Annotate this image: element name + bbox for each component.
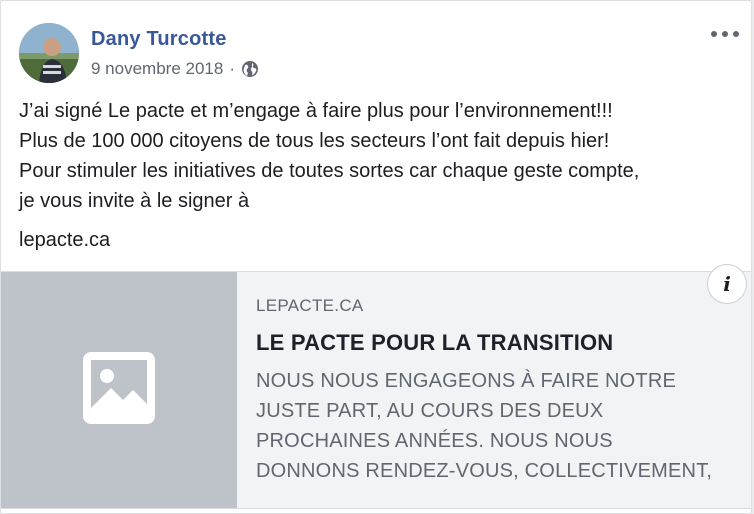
ellipsis-icon[interactable] (711, 27, 739, 41)
preview-description-line: PROCHAINES ANNÉES. NOUS NOUS (256, 430, 613, 452)
preview-text: LEPACTE.CA LE PACTE POUR LA TRANSITION N… (256, 296, 726, 486)
post-header: Dany Turcotte 9 novembre 2018 · (19, 23, 739, 85)
post-card: Dany Turcotte 9 novembre 2018 · J’ai sig… (0, 0, 752, 514)
avatar[interactable] (19, 23, 79, 83)
post-text-line: J’ai signé Le pacte et m’engage à faire … (19, 100, 613, 122)
preview-description: NOUS NOUS ENGAGEONS À FAIRE NOTRE JUSTE … (256, 366, 736, 486)
preview-description-line: NOUS NOUS ENGAGEONS À FAIRE NOTRE (256, 370, 676, 392)
post-link-text[interactable]: lepacte.ca (19, 229, 110, 252)
preview-title[interactable]: LE PACTE POUR LA TRANSITION (256, 330, 726, 356)
meta-separator: · (229, 59, 235, 78)
post-text: J’ai signé Le pacte et m’engage à faire … (19, 96, 739, 216)
author-name[interactable]: Dany Turcotte (91, 28, 227, 51)
preview-domain: LEPACTE.CA (256, 296, 364, 315)
preview-description-line: DONNONS RENDEZ-VOUS, COLLECTIVEMENT, (256, 460, 713, 482)
post-meta: 9 novembre 2018 · (91, 59, 259, 79)
info-button[interactable]: i (707, 264, 747, 304)
image-placeholder-icon (83, 351, 155, 429)
preview-description-line: JUSTE PART, AU COURS DES DEUX (256, 400, 604, 422)
post-text-line: Pour stimuler les initiatives de toutes … (19, 160, 640, 182)
preview-image[interactable] (1, 272, 237, 508)
globe-icon (241, 60, 259, 78)
post-text-line: Plus de 100 000 citoyens de tous les sec… (19, 130, 610, 152)
post-date[interactable]: 9 novembre 2018 (91, 59, 223, 79)
link-preview[interactable]: LEPACTE.CA LE PACTE POUR LA TRANSITION N… (1, 264, 751, 509)
info-icon: i (723, 272, 731, 296)
post-text-line: je vous invite à le signer à (19, 190, 250, 212)
